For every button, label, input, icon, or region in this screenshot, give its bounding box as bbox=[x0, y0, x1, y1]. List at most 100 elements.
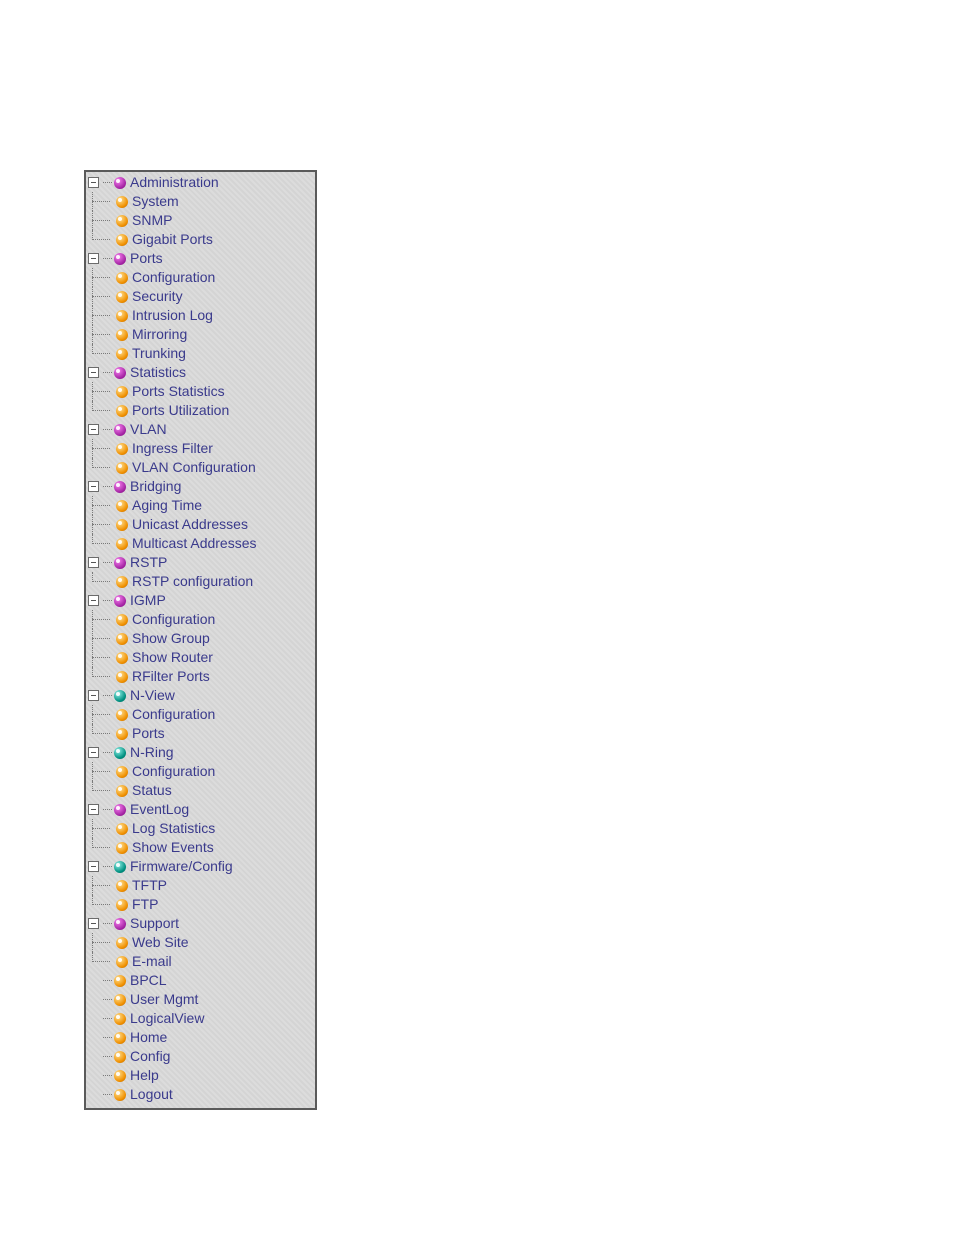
leaf-icon bbox=[116, 899, 128, 911]
tree-label[interactable]: Multicast Addresses bbox=[132, 534, 257, 553]
tree-item-bridging: Bridging Aging Time Unicast Addresses Mu… bbox=[86, 477, 315, 553]
leaf-icon bbox=[116, 443, 128, 455]
collapse-icon[interactable] bbox=[88, 804, 99, 815]
tree-label[interactable]: N-View bbox=[130, 686, 175, 705]
tree-label[interactable]: Show Group bbox=[132, 629, 210, 648]
tree-label[interactable]: Configuration bbox=[132, 705, 215, 724]
tree-label[interactable]: Firmware/Config bbox=[130, 857, 233, 876]
leaf-icon bbox=[116, 519, 128, 531]
tree-label[interactable]: LogicalView bbox=[130, 1009, 204, 1028]
tree-label[interactable]: Intrusion Log bbox=[132, 306, 213, 325]
leaf-icon bbox=[116, 576, 128, 588]
tree-label[interactable]: VLAN Configuration bbox=[132, 458, 256, 477]
tree-item-n-ring: N-Ring Configuration Status bbox=[86, 743, 315, 800]
tree-label[interactable]: Logout bbox=[130, 1085, 173, 1104]
collapse-icon[interactable] bbox=[88, 595, 99, 606]
tree-label[interactable]: Configuration bbox=[132, 268, 215, 287]
collapse-icon[interactable] bbox=[88, 690, 99, 701]
tree-label[interactable]: System bbox=[132, 192, 179, 211]
tree-label[interactable]: IGMP bbox=[130, 591, 166, 610]
leaf-icon bbox=[114, 975, 126, 987]
tree-label[interactable]: Ingress Filter bbox=[132, 439, 213, 458]
collapse-icon[interactable] bbox=[88, 918, 99, 929]
tree-label[interactable]: Home bbox=[130, 1028, 167, 1047]
folder-icon bbox=[114, 595, 126, 607]
tree-label[interactable]: Ports Statistics bbox=[132, 382, 225, 401]
tree-label[interactable]: Security bbox=[132, 287, 183, 306]
tree-label[interactable]: SNMP bbox=[132, 211, 172, 230]
folder-icon bbox=[114, 690, 126, 702]
collapse-icon[interactable] bbox=[88, 253, 99, 264]
collapse-icon[interactable] bbox=[88, 481, 99, 492]
tree-label[interactable]: Administration bbox=[130, 173, 219, 192]
tree-item-vlan: VLAN Ingress Filter VLAN Configuration bbox=[86, 420, 315, 477]
nav-tree: Administration System SNMP Gigabit Ports… bbox=[86, 173, 315, 1104]
collapse-icon[interactable] bbox=[88, 424, 99, 435]
tree-item-logout: Logout bbox=[86, 1085, 315, 1104]
tree-label[interactable]: Web Site bbox=[132, 933, 189, 952]
tree-item-firmware-config: Firmware/Config TFTP FTP bbox=[86, 857, 315, 914]
tree-item-rstp: RSTP RSTP configuration bbox=[86, 553, 315, 591]
tree-item-help: Help bbox=[86, 1066, 315, 1085]
tree-label[interactable]: Status bbox=[132, 781, 172, 800]
tree-label[interactable]: N-Ring bbox=[130, 743, 174, 762]
tree-label[interactable]: Configuration bbox=[132, 610, 215, 629]
tree-label[interactable]: VLAN bbox=[130, 420, 167, 439]
tree-label[interactable]: Configuration bbox=[132, 762, 215, 781]
leaf-icon bbox=[114, 1070, 126, 1082]
tree-item-n-view: N-View Configuration Ports bbox=[86, 686, 315, 743]
tree-label[interactable]: Show Router bbox=[132, 648, 213, 667]
tree-label[interactable]: Aging Time bbox=[132, 496, 202, 515]
leaf-icon bbox=[114, 1032, 126, 1044]
tree-item-statistics: Statistics Ports Statistics Ports Utiliz… bbox=[86, 363, 315, 420]
leaf-icon bbox=[116, 880, 128, 892]
tree-label[interactable]: Ports Utilization bbox=[132, 401, 229, 420]
tree-label[interactable]: Show Events bbox=[132, 838, 214, 857]
collapse-icon[interactable] bbox=[88, 747, 99, 758]
folder-icon bbox=[114, 253, 126, 265]
tree-item-config: Config bbox=[86, 1047, 315, 1066]
leaf-icon bbox=[116, 538, 128, 550]
leaf-icon bbox=[116, 348, 128, 360]
tree-label[interactable]: FTP bbox=[132, 895, 158, 914]
collapse-icon[interactable] bbox=[88, 367, 99, 378]
tree-label[interactable]: EventLog bbox=[130, 800, 189, 819]
tree-label[interactable]: Gigabit Ports bbox=[132, 230, 213, 249]
tree-label[interactable]: TFTP bbox=[132, 876, 167, 895]
folder-icon bbox=[114, 481, 126, 493]
leaf-icon bbox=[116, 785, 128, 797]
tree-label[interactable]: Ports bbox=[130, 249, 163, 268]
collapse-icon[interactable] bbox=[88, 861, 99, 872]
tree-label[interactable]: RFilter Ports bbox=[132, 667, 210, 686]
tree-item-administration: Administration System SNMP Gigabit Ports bbox=[86, 173, 315, 249]
leaf-icon bbox=[114, 1089, 126, 1101]
tree-label[interactable]: Config bbox=[130, 1047, 170, 1066]
tree-label[interactable]: Statistics bbox=[130, 363, 186, 382]
tree-label[interactable]: Help bbox=[130, 1066, 159, 1085]
tree-label[interactable]: Ports bbox=[132, 724, 165, 743]
tree-label[interactable]: User Mgmt bbox=[130, 990, 198, 1009]
collapse-icon[interactable] bbox=[88, 177, 99, 188]
tree-label[interactable]: E-mail bbox=[132, 952, 172, 971]
tree-label[interactable]: Bridging bbox=[130, 477, 181, 496]
leaf-icon bbox=[116, 842, 128, 854]
tree-label[interactable]: Mirroring bbox=[132, 325, 187, 344]
leaf-icon bbox=[116, 937, 128, 949]
tree-label[interactable]: Support bbox=[130, 914, 179, 933]
leaf-icon bbox=[116, 823, 128, 835]
folder-icon bbox=[114, 747, 126, 759]
tree-label[interactable]: RSTP configuration bbox=[132, 572, 253, 591]
leaf-icon bbox=[116, 709, 128, 721]
leaf-icon bbox=[114, 994, 126, 1006]
collapse-icon[interactable] bbox=[88, 557, 99, 568]
tree-item-eventlog: EventLog Log Statistics Show Events bbox=[86, 800, 315, 857]
leaf-icon bbox=[116, 462, 128, 474]
tree-label[interactable]: RSTP bbox=[130, 553, 167, 572]
tree-label[interactable]: Trunking bbox=[132, 344, 186, 363]
leaf-icon bbox=[114, 1013, 126, 1025]
folder-icon bbox=[114, 367, 126, 379]
tree-label[interactable]: Unicast Addresses bbox=[132, 515, 248, 534]
leaf-icon bbox=[116, 291, 128, 303]
tree-label[interactable]: BPCL bbox=[130, 971, 167, 990]
tree-label[interactable]: Log Statistics bbox=[132, 819, 215, 838]
